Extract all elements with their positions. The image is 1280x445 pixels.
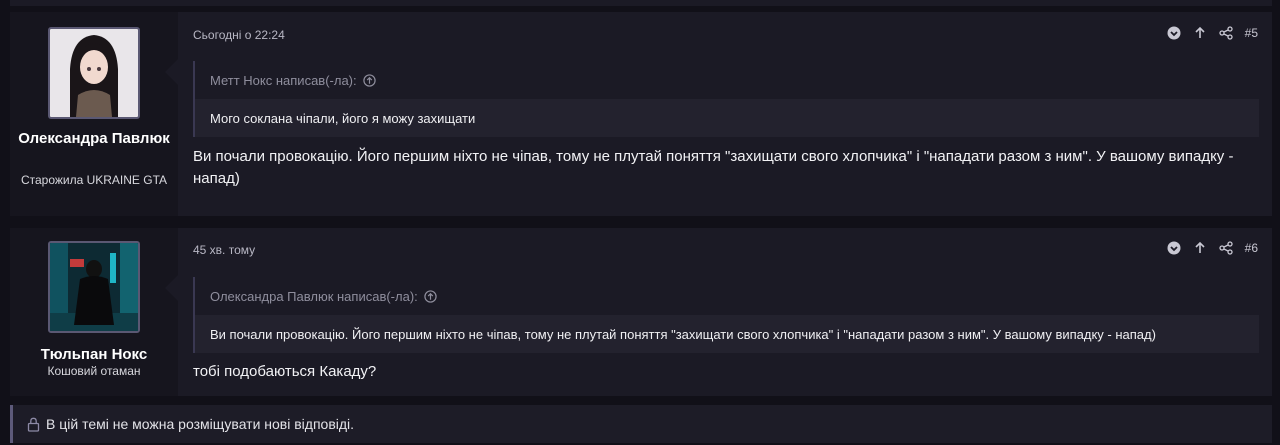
- post-number[interactable]: #5: [1245, 26, 1258, 40]
- quote-author[interactable]: Олександра Павлюк написав(-ла):: [210, 289, 418, 304]
- post-arrow: [165, 275, 178, 301]
- user-title: Старожила UKRAINE GTA: [20, 173, 168, 187]
- post-user-column: Тюльпан Нокс Кошовий отаман: [10, 228, 178, 396]
- previous-post-edge: [10, 0, 1272, 6]
- post-timestamp[interactable]: 45 хв. тому: [193, 243, 255, 257]
- chevron-down-icon[interactable]: [1167, 26, 1181, 40]
- quote-block: Метт Нокс написав(-ла): Мого соклана чіп…: [193, 61, 1259, 137]
- locked-thread-notice: В цій темі не можна розміщувати нові від…: [10, 405, 1272, 443]
- post: Тюльпан Нокс Кошовий отаман 45 хв. тому …: [10, 228, 1272, 396]
- post-message: тобі подобаються Какаду?: [193, 363, 377, 380]
- post-message: Ви почали провокацію. Його першим ніхто …: [193, 148, 1234, 187]
- post-number[interactable]: #6: [1245, 241, 1258, 255]
- arrow-up-icon[interactable]: [1193, 241, 1207, 255]
- chevron-down-icon[interactable]: [1167, 241, 1181, 255]
- quote-block: Олександра Павлюк написав(-ла): Ви почал…: [193, 277, 1259, 353]
- post: Олександра Павлюк Старожила UKRAINE GTA …: [10, 12, 1272, 216]
- quote-header: Метт Нокс написав(-ла):: [195, 61, 1259, 99]
- quote-header: Олександра Павлюк написав(-ла):: [195, 277, 1259, 315]
- avatar[interactable]: [48, 241, 140, 333]
- avatar[interactable]: [48, 27, 140, 119]
- post-timestamp[interactable]: Сьогодні о 22:24: [193, 28, 285, 42]
- post-arrow: [165, 59, 178, 85]
- arrow-up-circle-icon[interactable]: [362, 73, 376, 87]
- locked-notice-text: В цій темі не можна розміщувати нові від…: [46, 416, 355, 432]
- post-actions: #6: [1167, 241, 1258, 255]
- user-title: Кошовий отаман: [47, 364, 141, 378]
- quote-author[interactable]: Метт Нокс написав(-ла):: [210, 73, 357, 88]
- arrow-up-circle-icon[interactable]: [424, 289, 437, 303]
- quote-text: Мого соклана чіпали, його я можу захищат…: [195, 99, 1259, 137]
- post-actions: #5: [1167, 26, 1258, 40]
- lock-icon: [27, 417, 40, 432]
- share-icon[interactable]: [1218, 26, 1233, 40]
- share-icon[interactable]: [1218, 241, 1233, 255]
- arrow-up-icon[interactable]: [1193, 26, 1207, 40]
- username[interactable]: Олександра Павлюк: [14, 128, 174, 149]
- post-user-column: Олександра Павлюк Старожила UKRAINE GTA: [10, 12, 178, 216]
- quote-text: Ви почали провокацію. Його першим ніхто …: [195, 315, 1259, 353]
